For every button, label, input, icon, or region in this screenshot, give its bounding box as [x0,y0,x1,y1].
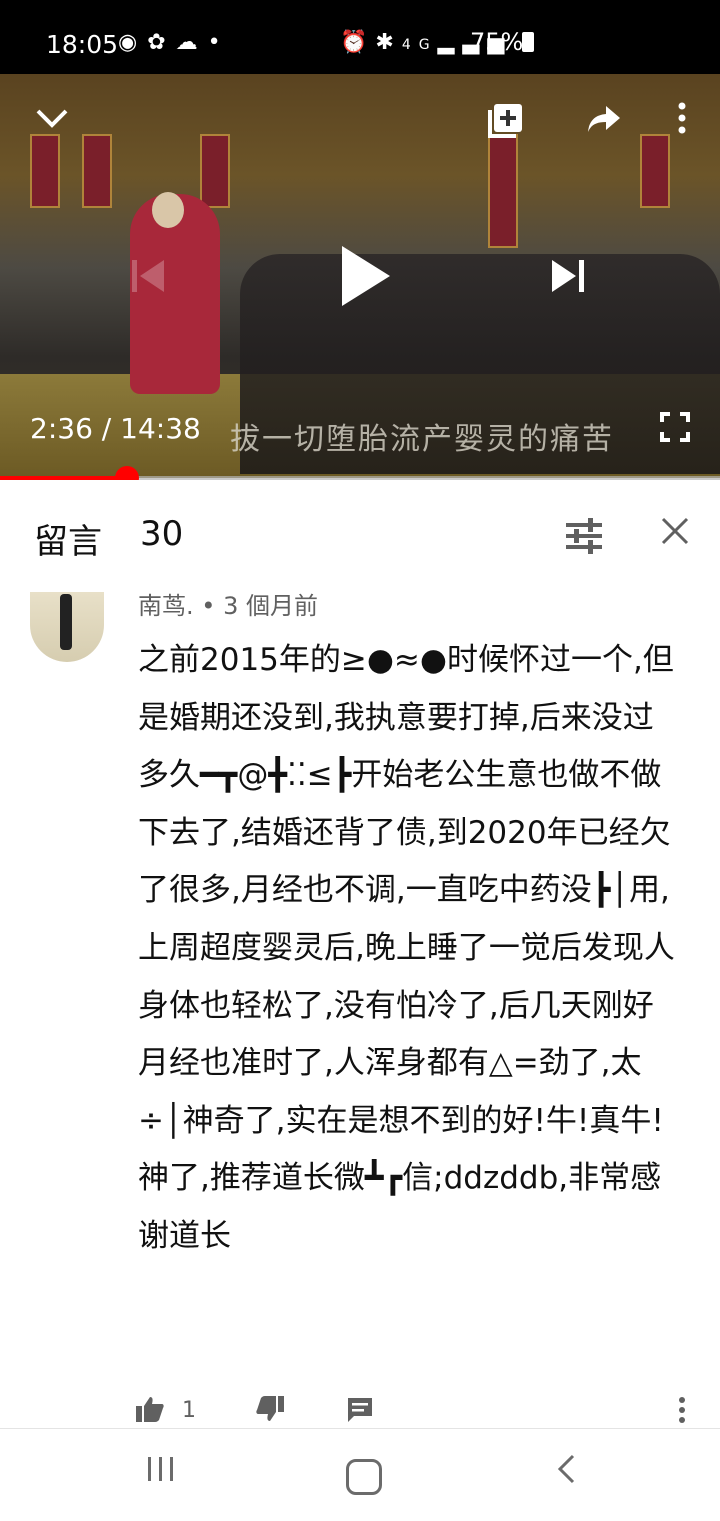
video-player[interactable]: 拔一切堕胎流产婴灵的痛苦 2:36 / 14:38 [0,74,720,478]
comments-count: 30 [140,514,184,554]
system-nav-bar [0,1428,720,1521]
line-app-icon: ◉ [118,30,148,55]
video-banner [82,134,112,208]
bluetooth-icon: ✱ [375,30,402,55]
comments-title: 留言 [34,522,102,562]
close-icon[interactable] [660,514,690,555]
play-icon[interactable] [340,244,392,312]
previous-video-icon[interactable] [128,256,168,306]
more-options-icon[interactable] [672,102,692,134]
meta-bullet: • [201,592,216,620]
video-timecode: 2:36 / 14:38 [30,412,201,445]
avatar-figure [60,594,72,650]
status-bar: 18:05 ◉✿☁• ⏰✱4G▂▃▅ 75% [0,0,720,74]
comment-author[interactable]: 南茑. [138,592,194,620]
video-monk-head [152,192,184,228]
share-icon[interactable] [586,104,622,142]
4g-signal-icon: 4G [401,37,438,53]
video-subtitle: 拔一切堕胎流产婴灵的痛苦 [230,422,614,457]
battery-icon [522,32,534,52]
comment-meta: 南茑. • 3 個月前 [138,586,318,621]
comments-header: 留言 30 [0,480,720,593]
pinwheel-icon: ✿ [147,30,176,55]
cloud-icon: ☁ [175,30,208,55]
collapse-chevron-icon[interactable] [34,104,70,139]
add-to-playlist-icon[interactable] [486,102,522,138]
reply-button[interactable] [346,1396,374,1431]
video-banner [640,134,670,208]
comment-more-icon[interactable] [678,1396,686,1431]
comment-item: 南茑. • 3 個月前 之前2015年的≥●≈●时候怀过一个,但是婚期还没到,我… [0,592,720,1428]
comment-age: 3 個月前 [223,592,318,620]
video-banner [30,134,60,208]
back-icon[interactable] [556,1453,576,1493]
battery-level: 75% [470,28,524,56]
comment-actions: 1 [0,1392,720,1428]
time-separator: / [101,412,112,445]
fullscreen-icon[interactable] [660,412,690,442]
next-video-icon[interactable] [548,256,588,300]
home-icon[interactable] [346,1459,382,1495]
video-banner [200,134,230,208]
alarm-icon: ⏰ [340,30,376,55]
dislike-button[interactable] [256,1396,284,1429]
current-time: 2:36 [30,412,93,445]
like-button[interactable] [136,1396,164,1429]
like-count: 1 [182,1398,196,1423]
comment-text: 之前2015年的≥●≈●时候怀过一个,但是婚期还没到,我执意要打掉,后来没过多久… [138,642,675,1254]
duration: 14:38 [120,412,201,445]
video-banner [488,134,518,248]
sort-filter-icon[interactable] [566,518,602,554]
avatar[interactable] [30,592,104,662]
status-time: 18:05 [46,30,119,59]
recents-icon[interactable] [146,1453,176,1493]
notification-icons: ◉✿☁• [118,30,231,55]
dot-icon: • [207,30,231,55]
